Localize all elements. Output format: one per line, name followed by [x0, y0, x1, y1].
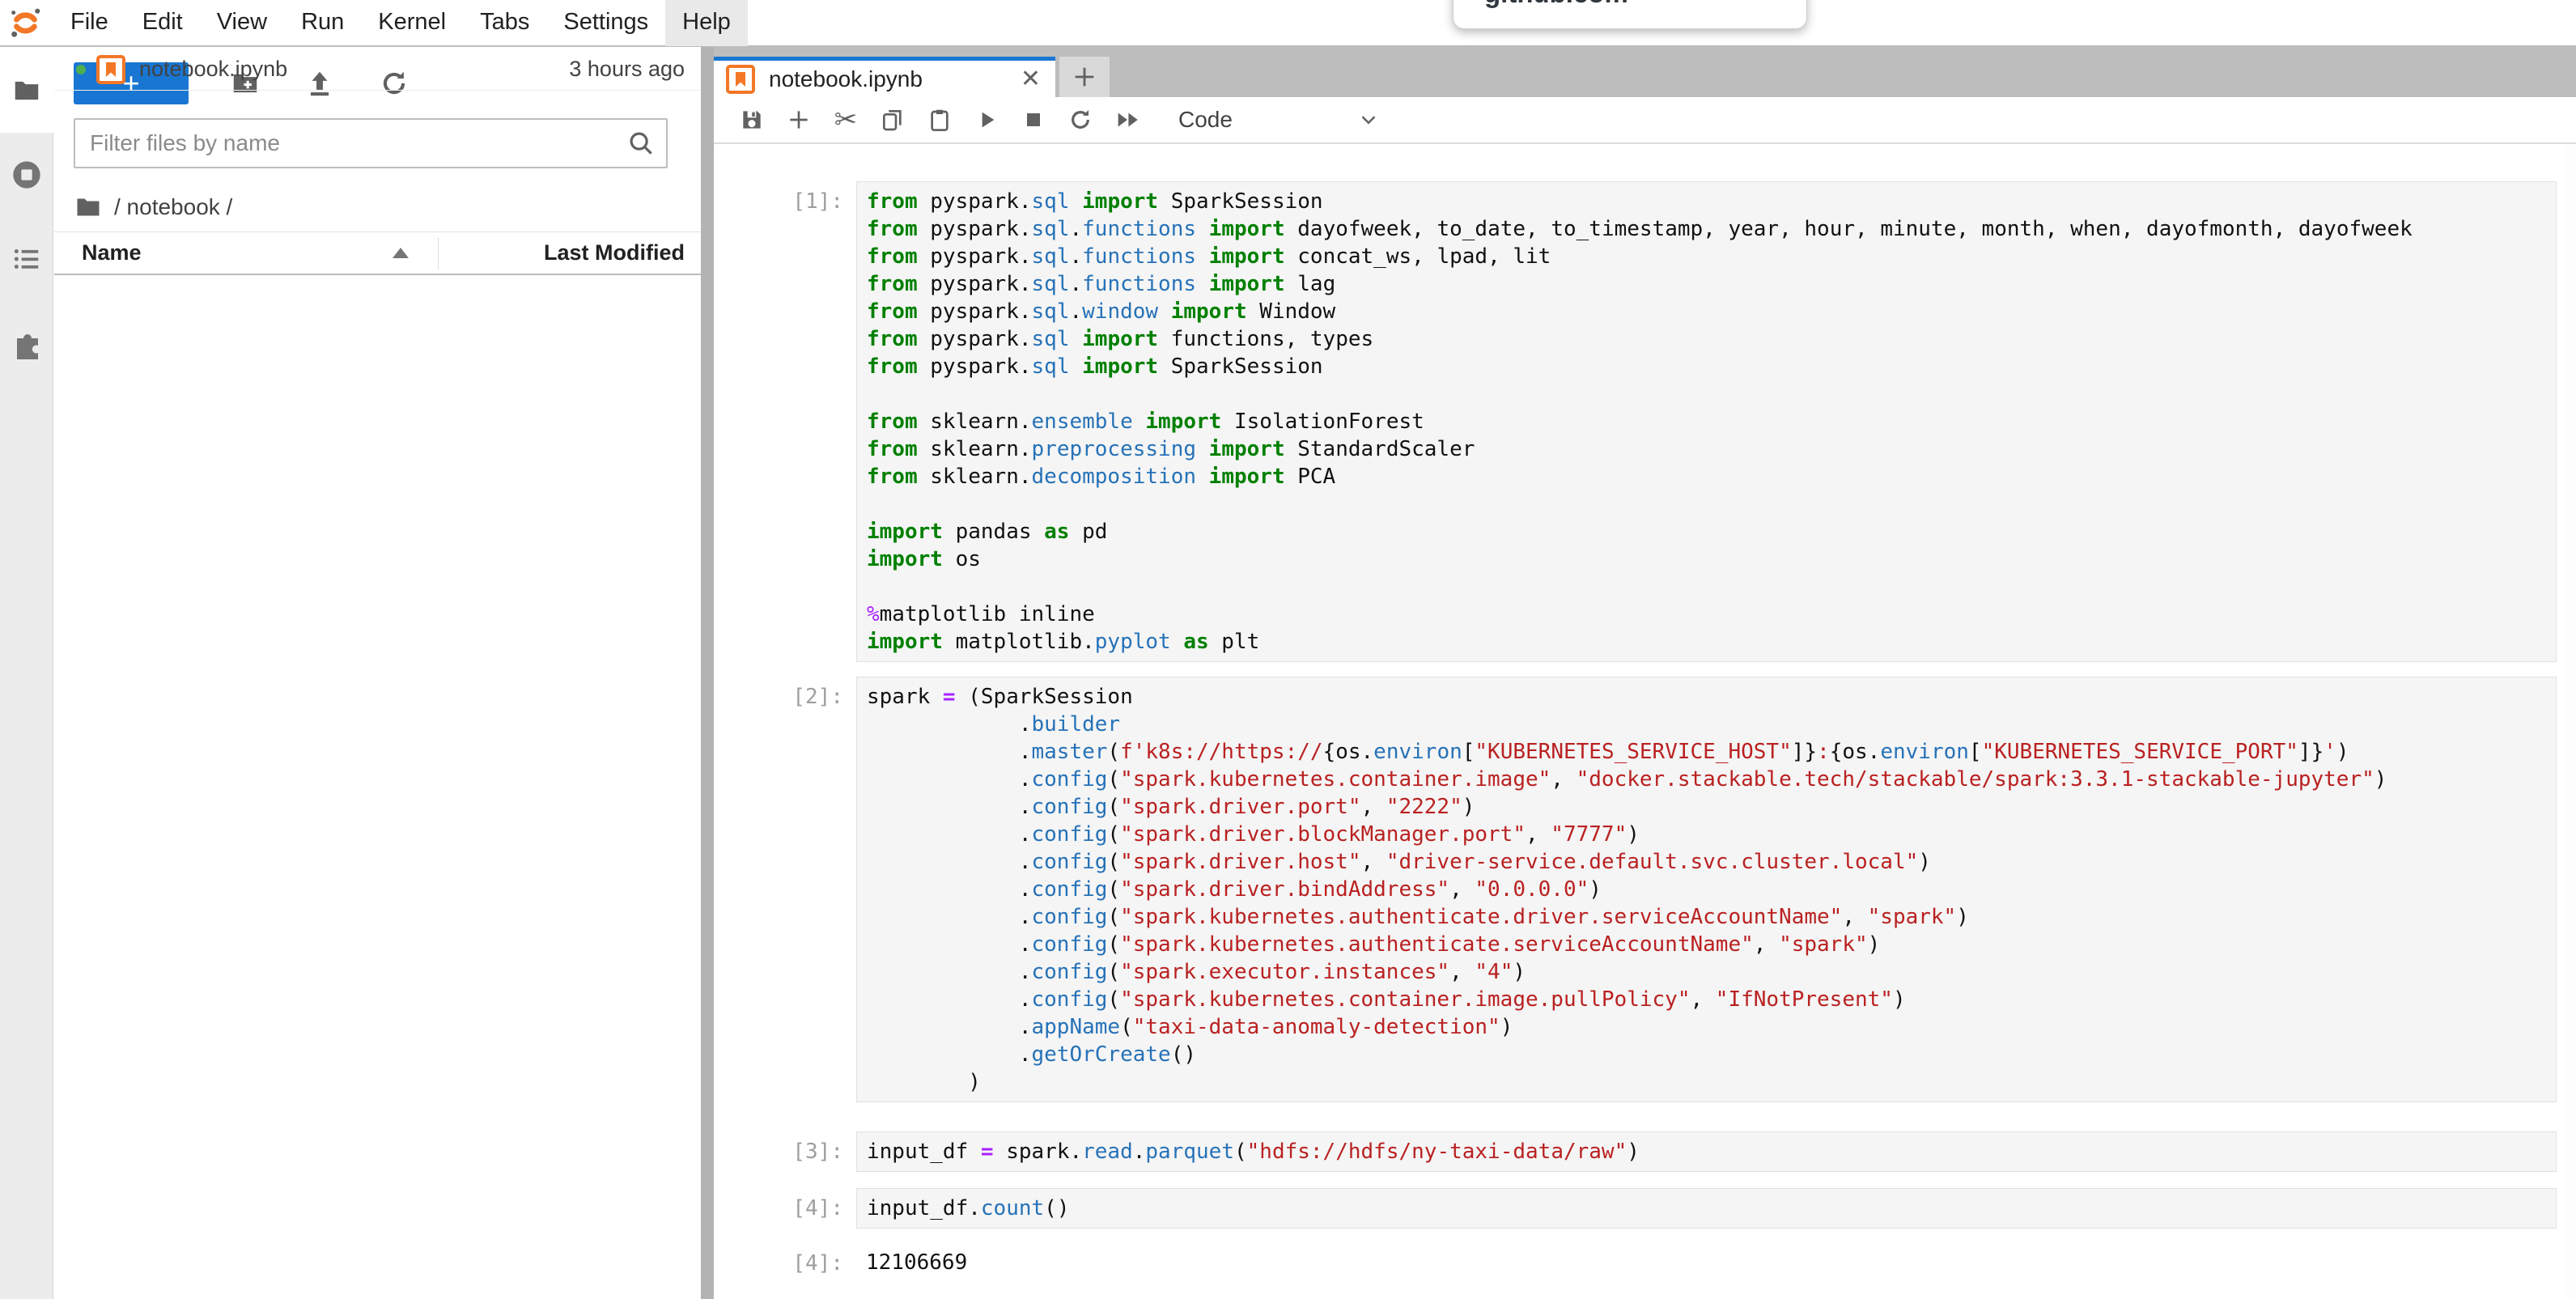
- stop-icon: [1021, 107, 1046, 133]
- menu-items: FileEditViewRunKernelTabsSettingsHelp: [53, 0, 748, 46]
- browser-popup: github.com: [1453, 0, 1807, 29]
- sidebar-item-running-sessions[interactable]: [0, 133, 53, 217]
- code-text: from pyspark.sql import SparkSession fro…: [867, 188, 2546, 656]
- sidebar-item-file-browser[interactable]: [0, 49, 53, 133]
- menu-item-view[interactable]: View: [200, 0, 284, 46]
- sidebar-item-extensions[interactable]: [0, 301, 53, 385]
- file-browser-panel: + / notebook: [54, 49, 701, 1299]
- code-editor[interactable]: input_df = spark.read.parquet("hdfs://hd…: [856, 1131, 2557, 1172]
- activity-bar: [0, 49, 53, 1299]
- file-list: notebook.ipynb 3 hours ago: [54, 49, 701, 91]
- code-cell: [3]: input_df = spark.read.parquet("hdfs:…: [714, 1131, 2576, 1172]
- code-text: spark = (SparkSession .builder .master(f…: [867, 683, 2546, 1096]
- run-cell-button[interactable]: [963, 101, 1010, 138]
- breadcrumb-path: / notebook /: [114, 194, 232, 220]
- input-prompt: [2]:: [714, 677, 856, 711]
- restart-icon: [1067, 107, 1093, 133]
- notebook-icon: [725, 64, 756, 95]
- interrupt-kernel-button[interactable]: [1010, 101, 1057, 138]
- copy-cells-button[interactable]: [869, 101, 916, 138]
- folder-icon: [11, 75, 42, 106]
- cell-type-value: Code: [1178, 107, 1233, 133]
- menu-item-run[interactable]: Run: [284, 0, 361, 46]
- running-kernels-icon: [11, 159, 43, 191]
- cut-cells-button[interactable]: ✂: [822, 101, 869, 138]
- output-cell: [4]: 12106669: [714, 1243, 2576, 1282]
- filter-files-box: [74, 118, 668, 168]
- menu-item-file[interactable]: File: [53, 0, 125, 46]
- menu-bar: FileEditViewRunKernelTabsSettingsHelp: [0, 0, 2576, 47]
- restart-run-all-button[interactable]: [1104, 101, 1151, 138]
- sort-ascending-icon: [393, 248, 409, 258]
- code-text: input_df.count(): [867, 1195, 2546, 1222]
- column-header-name[interactable]: Name: [82, 240, 142, 265]
- jupyter-logo-icon: [8, 6, 42, 40]
- code-text: input_df = spark.read.parquet("hdfs://hd…: [867, 1138, 2546, 1165]
- tab-bar: notebook.ipynb ✕: [714, 47, 2576, 97]
- insert-cell-button[interactable]: [775, 101, 822, 138]
- plus-icon: [786, 107, 812, 133]
- search-icon: [626, 128, 656, 159]
- breadcrumb[interactable]: / notebook /: [74, 183, 232, 231]
- file-last-modified: 3 hours ago: [569, 57, 685, 82]
- paste-icon: [927, 107, 953, 133]
- save-button[interactable]: [728, 101, 775, 138]
- code-editor[interactable]: spark = (SparkSession .builder .master(f…: [856, 677, 2557, 1102]
- input-prompt: [1]:: [714, 181, 856, 215]
- code-cell: [2]: spark = (SparkSession .builder .mast…: [714, 677, 2576, 1102]
- run-icon: [974, 107, 999, 133]
- file-row[interactable]: notebook.ipynb 3 hours ago: [54, 49, 701, 91]
- column-header-last-modified[interactable]: Last Modified: [544, 240, 685, 265]
- menu-item-tabs[interactable]: Tabs: [463, 0, 546, 46]
- chevron-down-icon: [1356, 108, 1381, 132]
- file-name: notebook.ipynb: [139, 57, 287, 82]
- fast-forward-icon: [1114, 106, 1141, 134]
- folder-icon: [74, 193, 103, 222]
- output-prompt: [4]:: [714, 1243, 856, 1277]
- notebook-cells: [1]: from pyspark.sql import SparkSession…: [714, 144, 2576, 1299]
- restart-kernel-button[interactable]: [1057, 101, 1104, 138]
- output-text: 12106669: [866, 1249, 2547, 1276]
- code-editor[interactable]: input_df.count(): [856, 1188, 2557, 1229]
- close-tab-icon[interactable]: ✕: [1021, 67, 1041, 91]
- filter-files-input[interactable]: [74, 118, 668, 168]
- popup-url-text: github.com: [1484, 0, 1628, 9]
- kernel-running-dot: [76, 65, 86, 74]
- paste-cells-button[interactable]: [916, 101, 963, 138]
- notebook-scrollbar[interactable]: [2566, 144, 2576, 1299]
- menu-item-settings[interactable]: Settings: [546, 0, 665, 46]
- notebook-icon: [95, 54, 126, 85]
- tab-notebook[interactable]: notebook.ipynb ✕: [714, 57, 1055, 97]
- sidebar-splitter[interactable]: [701, 47, 714, 1299]
- column-divider: [438, 237, 439, 270]
- copy-icon: [880, 107, 906, 133]
- main-dock-panel: notebook.ipynb ✕ ✂: [714, 47, 2576, 1299]
- scissors-icon: ✂: [834, 104, 858, 136]
- tab-title: notebook.ipynb: [769, 66, 923, 92]
- input-prompt: [3]:: [714, 1131, 856, 1165]
- menu-item-edit[interactable]: Edit: [125, 0, 200, 46]
- puzzle-icon: [11, 327, 43, 359]
- list-icon: [11, 244, 42, 274]
- new-tab-button[interactable]: [1059, 57, 1110, 97]
- plus-icon: [1071, 63, 1098, 91]
- code-cell: [1]: from pyspark.sql import SparkSession…: [714, 181, 2576, 662]
- file-list-header: Name Last Modified: [54, 231, 701, 275]
- input-prompt: [4]:: [714, 1188, 856, 1222]
- menu-item-kernel[interactable]: Kernel: [361, 0, 463, 46]
- cell-type-dropdown[interactable]: Code: [1178, 107, 1381, 133]
- menu-item-help[interactable]: Help: [665, 0, 748, 46]
- code-cell: [4]: input_df.count(): [714, 1188, 2576, 1229]
- notebook-toolbar: ✂: [714, 97, 2576, 144]
- output-area: 12106669: [856, 1243, 2557, 1282]
- save-icon: [739, 107, 765, 133]
- sidebar-item-table-of-contents[interactable]: [0, 217, 53, 301]
- code-editor[interactable]: from pyspark.sql import SparkSession fro…: [856, 181, 2557, 662]
